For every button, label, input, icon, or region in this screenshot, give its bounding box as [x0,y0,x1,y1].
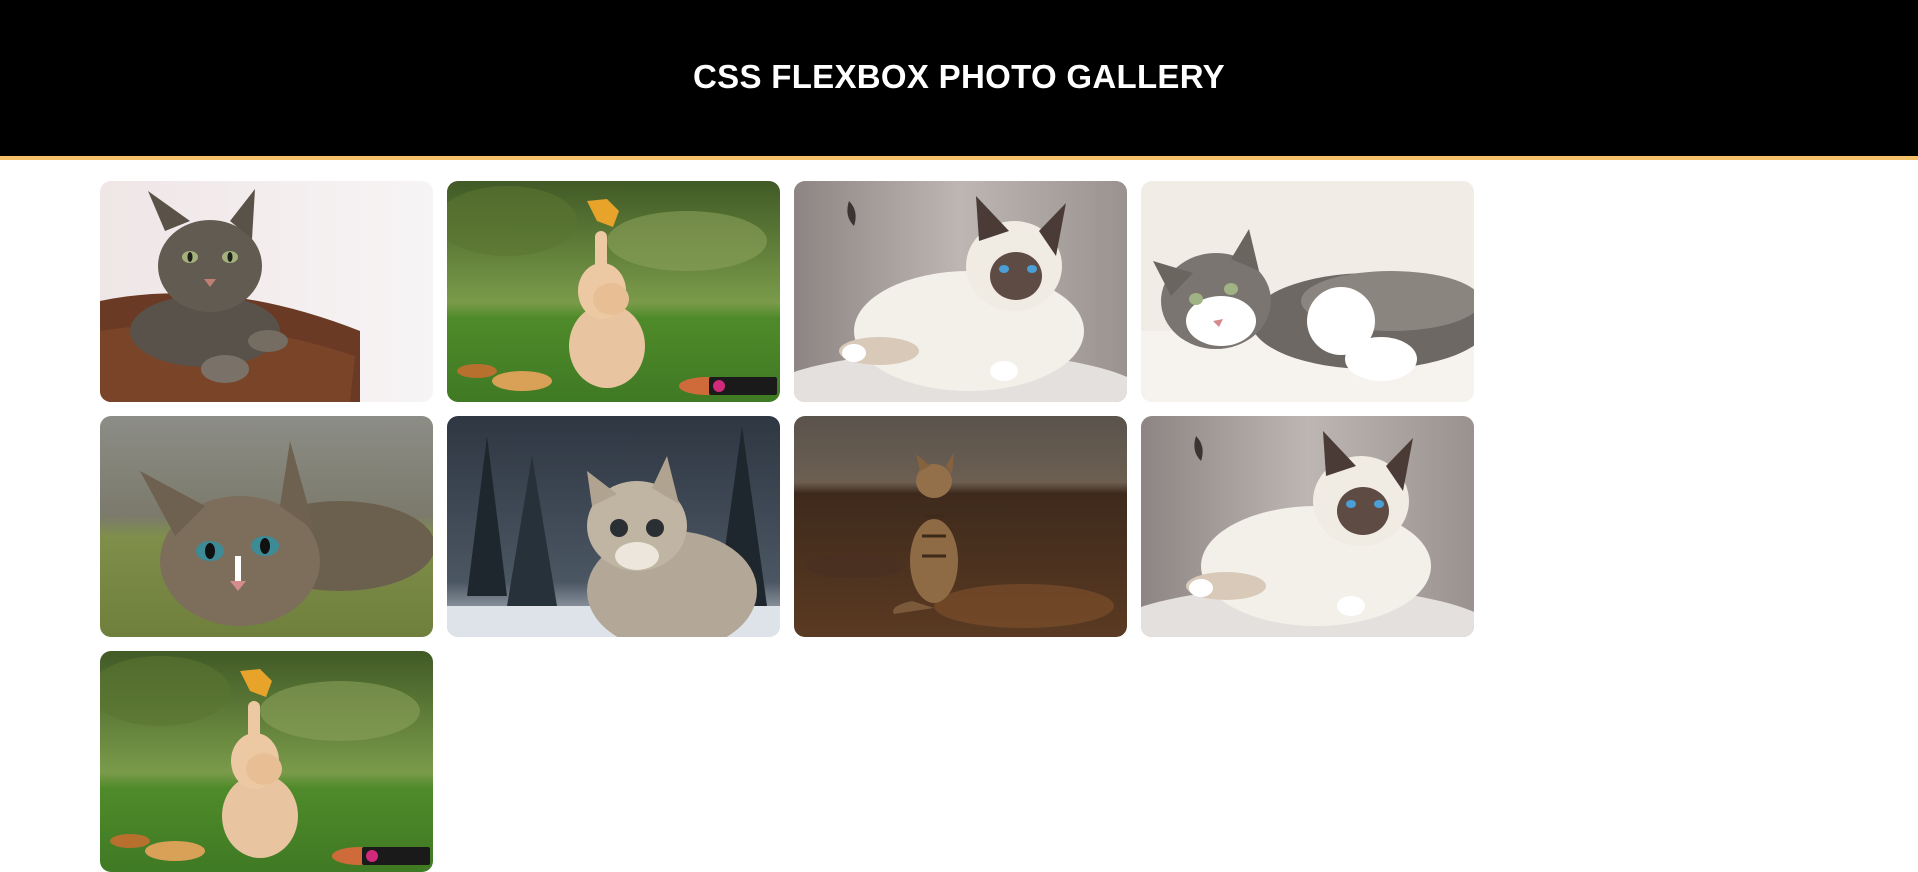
gallery-photo-6[interactable] [447,416,780,637]
photo-ginger-kitten-leaf [100,651,433,872]
page-header: CSS FLEXBOX PHOTO GALLERY [0,0,1918,160]
photo-grey-white-cat-lying [1141,181,1474,402]
gallery-photo-9[interactable] [100,651,433,872]
photo-tabby-cat-cushion [100,181,433,402]
gallery-photo-2[interactable] [447,181,780,402]
photo-tabby-kitten-blanket [100,416,433,637]
gallery-photo-7[interactable] [794,416,1127,637]
photo-gallery [100,181,1820,872]
photo-kitten-snowy-forest [447,416,780,637]
photo-tabby-cat-dirt [794,416,1127,637]
gallery-photo-8[interactable] [1141,416,1474,637]
photo-ginger-kitten-leaf [447,181,780,402]
photo-birman-cat [794,181,1127,402]
gallery-photo-5[interactable] [100,416,433,637]
gallery-photo-1[interactable] [100,181,433,402]
gallery-photo-4[interactable] [1141,181,1474,402]
page-title: CSS FLEXBOX PHOTO GALLERY [693,57,1225,95]
photo-birman-cat [1141,416,1474,637]
gallery-photo-3[interactable] [794,181,1127,402]
